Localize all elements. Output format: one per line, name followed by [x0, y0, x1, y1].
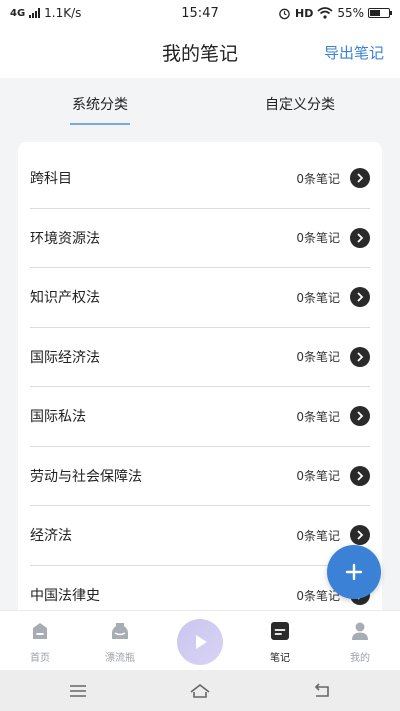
status-left: 4G 1.1K/s [10, 6, 81, 20]
app-header: 我的笔记 导出笔记 [0, 26, 400, 78]
wifi-icon [317, 7, 333, 19]
signal-icon [29, 8, 41, 18]
chevron-right-icon [350, 168, 370, 189]
status-bar: 4G 1.1K/s 15:47 HD 55% [0, 0, 400, 26]
note-count: 0条笔记 [296, 469, 340, 484]
list-item[interactable]: 国际私法 0条笔记 [30, 387, 370, 447]
add-note-button[interactable] [327, 545, 381, 599]
category-label: 知识产权法 [30, 290, 100, 307]
bottom-nav: 首页 漂流瓶 笔记 我的 [0, 610, 400, 670]
nav-bottle[interactable]: 漂流瓶 [80, 611, 160, 671]
category-label: 跨科目 [30, 171, 72, 188]
nav-label: 漂流瓶 [105, 653, 135, 664]
battery-icon [368, 8, 392, 18]
chevron-right-icon [350, 465, 370, 486]
category-label: 经济法 [30, 528, 72, 545]
chevron-right-icon [350, 227, 370, 248]
category-label: 环境资源法 [30, 230, 100, 247]
category-label: 国际经济法 [30, 349, 100, 366]
battery-level [370, 10, 380, 16]
export-notes-button[interactable]: 导出笔记 [324, 42, 384, 63]
bottle-icon [112, 623, 128, 639]
category-label: 劳动与社会保障法 [30, 468, 142, 485]
nav-profile[interactable]: 我的 [320, 611, 400, 671]
chevron-right-icon [350, 406, 370, 427]
home-icon [33, 623, 47, 639]
tab-custom-categories[interactable]: 自定义分类 [230, 94, 370, 114]
category-label: 国际私法 [30, 409, 86, 426]
hd-badge: HD [294, 6, 314, 20]
tab-system-categories[interactable]: 系统分类 [30, 94, 170, 114]
profile-icon [352, 622, 368, 640]
network-type: 4G [10, 7, 26, 19]
play-button[interactable] [177, 619, 223, 665]
category-label: 中国法律史 [30, 588, 100, 605]
back-icon[interactable] [310, 680, 334, 702]
chevron-right-icon [350, 287, 370, 308]
note-count: 0条笔记 [296, 171, 340, 186]
list-item[interactable]: 知识产权法 0条笔记 [30, 268, 370, 328]
network-speed: 1.1K/s [44, 6, 82, 20]
nav-home[interactable]: 首页 [0, 611, 80, 671]
list-item[interactable]: 经济法 0条笔记 [30, 506, 370, 566]
play-icon [196, 635, 207, 649]
plus-icon [345, 563, 363, 581]
nav-notes[interactable]: 笔记 [240, 611, 320, 671]
note-count: 0条笔记 [296, 528, 340, 543]
menu-icon[interactable] [66, 680, 90, 702]
note-count: 0条笔记 [296, 290, 340, 305]
category-list: 跨科目 0条笔记 环境资源法 0条笔记 知识产权法 0条笔记 国际经济法 0条笔… [18, 142, 382, 622]
list-item[interactable]: 国际经济法 0条笔记 [30, 328, 370, 387]
status-right: HD 55% [278, 6, 392, 20]
chevron-right-icon [350, 525, 370, 546]
battery-percent: 55% [337, 6, 364, 20]
note-count: 0条笔记 [296, 409, 340, 424]
home-nav-icon[interactable] [188, 680, 212, 702]
nav-label: 笔记 [270, 653, 290, 664]
alarm-icon [279, 8, 290, 19]
system-nav-bar [0, 670, 400, 711]
active-tab-indicator [70, 123, 130, 125]
list-item[interactable]: 环境资源法 0条笔记 [30, 209, 370, 268]
note-count: 0条笔记 [296, 231, 340, 246]
note-icon [271, 622, 289, 640]
list-item[interactable]: 劳动与社会保障法 0条笔记 [30, 447, 370, 506]
chevron-right-icon [350, 346, 370, 367]
list-item[interactable]: 跨科目 0条笔记 [30, 149, 370, 209]
nav-label: 我的 [350, 653, 370, 664]
nav-label: 首页 [30, 653, 50, 664]
note-count: 0条笔记 [296, 350, 340, 365]
category-tabs: 系统分类 自定义分类 [0, 78, 400, 130]
